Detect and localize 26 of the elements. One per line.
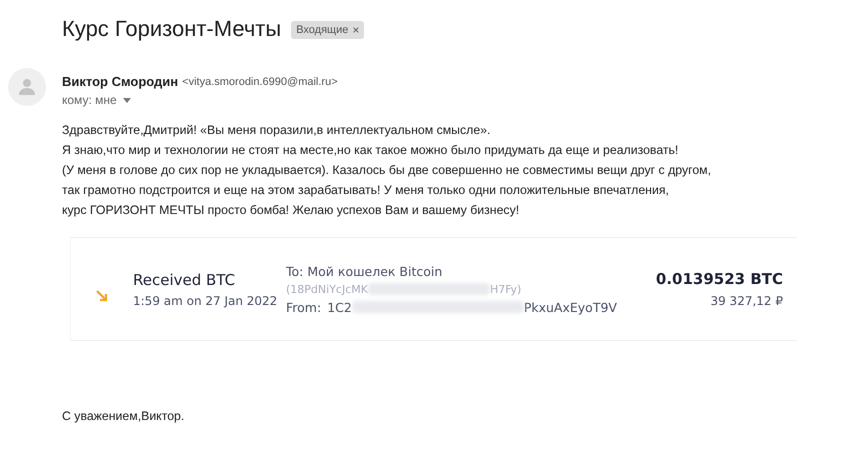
sender-name: Виктор Смородин xyxy=(62,74,178,89)
message-line: (У меня в голове до сих пор не укладывается). Казалось бы две совершенно не совместимы вещи друг с другом, xyxy=(62,162,712,179)
btc-amount: 0.0139523 BTC xyxy=(656,270,783,288)
label-tag: Входящие × xyxy=(291,21,364,39)
wallet-name: Мой кошелек Bitcoin xyxy=(307,264,442,278)
from-address-start: 1C2 xyxy=(327,300,352,314)
transaction-title: Received BTC xyxy=(133,270,236,288)
email-subject: Курс Горизонт-Мечты xyxy=(62,16,282,42)
message-line: курс ГОРИЗОНТ МЕЧТЫ просто бомба! Желаю успехов Вам и вашему бизнесу! xyxy=(62,202,520,219)
fiat-amount: 39 327,12 ₽ xyxy=(710,294,783,308)
to-label: To: xyxy=(286,264,304,278)
signature: С уважением,Виктор. xyxy=(61,408,186,423)
message-line: Я знаю,что мир и технологии не стоят на месте,но как такое можно было придумать да еще и реализовать! xyxy=(62,142,680,159)
remove-label-button[interactable]: × xyxy=(352,23,360,37)
from-address-end: PkxuAxEyoT9V xyxy=(524,300,617,314)
recipients-dropdown[interactable]: кому: мне xyxy=(62,93,338,107)
arrow-icon xyxy=(95,289,109,303)
message-line: так грамотно подстроится и еще на этом зарабатывать! У меня только одни положительные впечатления, xyxy=(62,182,670,199)
message-line: Здравствуйте,Дмитрий! «Вы меня поразили,в интеллектуальном смысле». xyxy=(62,122,492,139)
sender-email: <vitya.smorodin.6990@mail.ru> xyxy=(182,76,338,88)
address-end: H7Fy) xyxy=(490,282,522,296)
avatar-icon xyxy=(8,68,46,106)
address-start: (18PdNiYcJcMK xyxy=(286,282,368,296)
transaction-time: 1:59 am on 27 Jan 2022 xyxy=(133,294,278,308)
caret-icon xyxy=(122,98,131,102)
from-label: From: xyxy=(286,300,322,314)
